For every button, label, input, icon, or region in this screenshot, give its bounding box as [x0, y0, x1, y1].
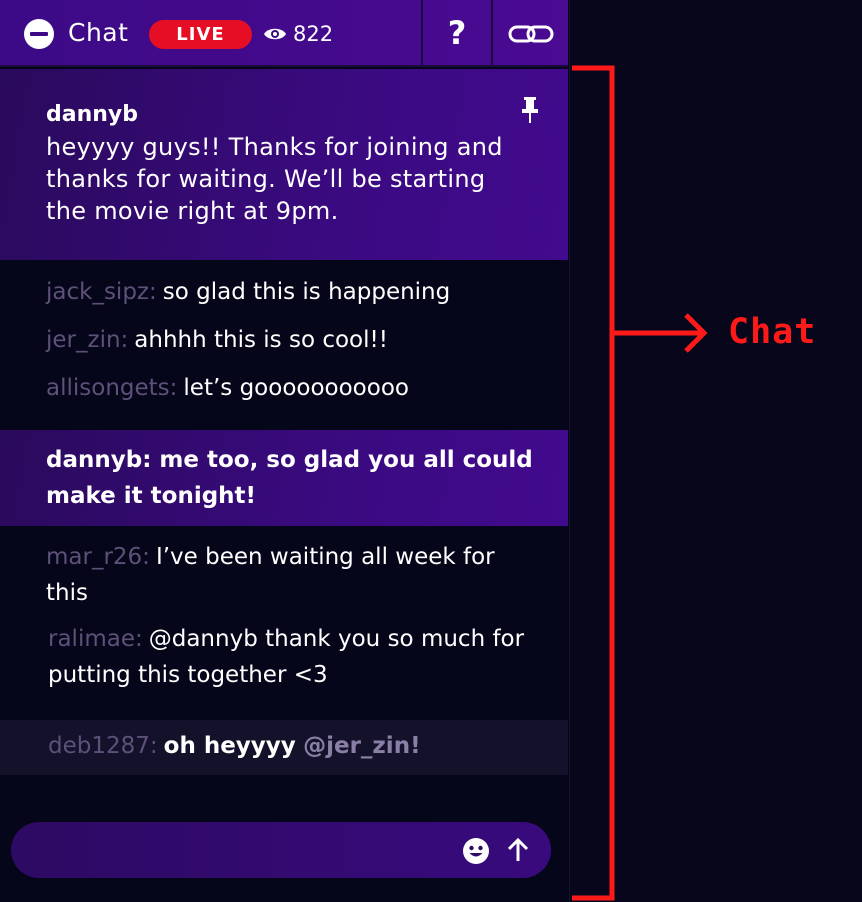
- message-text: oh heyyyy: [163, 733, 296, 759]
- message-username[interactable]: mar_r26:: [46, 544, 150, 570]
- chat-message: jer_zin: ahhhh this is so cool!!: [46, 327, 388, 353]
- stage: Chat LIVE 822 ? dannyb heyyyy guys!! Tha…: [0, 0, 862, 902]
- own-message: deb1287: oh heyyyy @jer_zin!: [48, 733, 421, 759]
- chat-header: Chat LIVE 822 ?: [0, 0, 568, 67]
- pinned-text: heyyyy guys!! Thanks for joining and tha…: [46, 133, 503, 225]
- pinned-username: dannyb: [46, 102, 139, 127]
- eye-icon: [264, 28, 286, 40]
- emoji-icon[interactable]: [462, 837, 490, 865]
- mention[interactable]: @jer_zin!: [303, 733, 420, 759]
- link-icon: [508, 25, 553, 42]
- chat-message: allisongets: let’s gooooooooooo: [46, 375, 409, 401]
- chat-message: mar_r26: I’ve been waiting all week for t…: [46, 539, 526, 611]
- viewer-count: 822: [293, 22, 334, 46]
- chat-panel: Chat LIVE 822 ? dannyb heyyyy guys!! Tha…: [0, 0, 570, 902]
- message-username[interactable]: jack_sipz:: [46, 279, 157, 305]
- message-username[interactable]: ralimae:: [48, 626, 143, 652]
- collapse-chat-button[interactable]: [24, 19, 54, 49]
- chat-input[interactable]: [39, 822, 459, 878]
- annotation-label: Chat: [728, 312, 817, 352]
- pin-icon[interactable]: [520, 97, 540, 123]
- message-username[interactable]: jer_zin:: [46, 327, 128, 353]
- annotation-bracket: [572, 65, 708, 901]
- message-username[interactable]: allisongets:: [46, 375, 177, 401]
- message-username[interactable]: deb1287:: [48, 733, 158, 759]
- chat-title: Chat: [68, 18, 129, 47]
- help-button[interactable]: ?: [423, 0, 491, 67]
- chat-input-bar: [11, 822, 551, 878]
- message-text: so glad this is happening: [162, 279, 451, 305]
- share-link-button[interactable]: [493, 0, 568, 67]
- message-text: ahhhh this is so cool!!: [134, 327, 388, 353]
- viewer-counter: 822: [263, 21, 333, 47]
- live-badge: LIVE: [149, 20, 252, 49]
- chat-message: ralimae: @dannyb thank you so much for pu…: [48, 621, 528, 693]
- send-arrow-icon[interactable]: [505, 837, 531, 863]
- chat-message: jack_sipz: so glad this is happening: [46, 279, 450, 305]
- host-message-text: dannyb: me too, so glad you all could ma…: [46, 447, 533, 509]
- message-text: let’s gooooooooooo: [183, 375, 409, 401]
